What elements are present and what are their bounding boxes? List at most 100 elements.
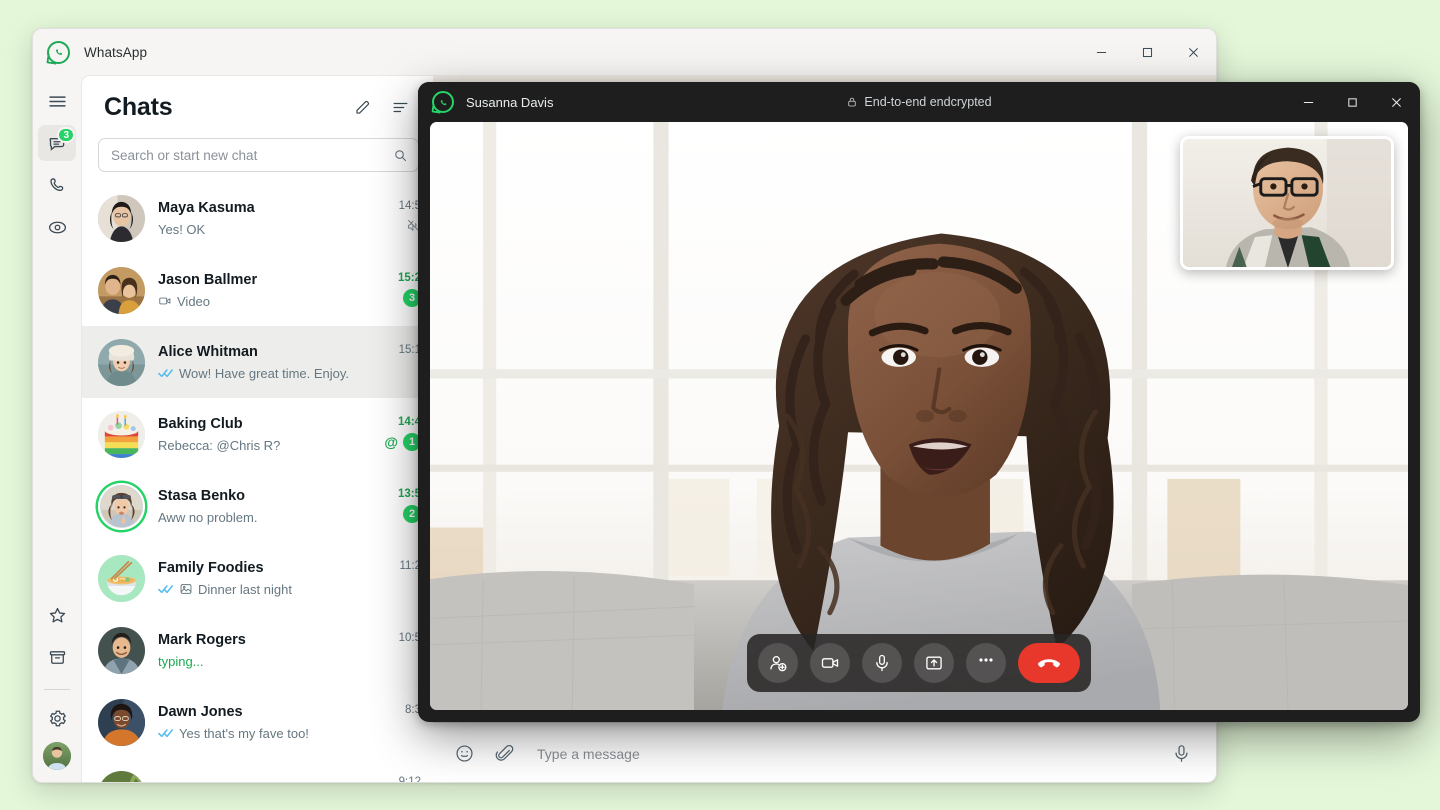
read-receipt-double-check-icon [158,367,174,379]
chats-unread-badge: 3 [57,127,75,143]
chat-list-item-ziggy-woodley[interactable]: Ziggy Woodley9:12 [82,758,433,783]
chat-item-name: Alice Whitman [158,343,258,360]
chat-item-preview-text: Dinner last night [198,581,292,597]
avatar [98,554,145,602]
chat-item-name: Jason Ballmer [158,271,258,288]
chat-item-content: Maya Kasuma Yes! OK [158,198,391,239]
sidebar-item-status[interactable] [38,209,76,245]
avatar [98,410,145,458]
avatar [98,338,145,386]
self-view-pip[interactable] [1180,136,1394,270]
window-controls [1078,29,1216,75]
chat-list-panel: Chats Search or start new chat Maya Kasu… [81,75,433,783]
chat-item-content: Alice Whitman Wow! Have great time. Enjoy… [158,342,391,383]
chat-item-meta: 14:4 @1 [384,416,421,453]
add-participant-button[interactable] [758,643,798,683]
call-controls-bar [747,634,1091,692]
more-options-button[interactable] [966,643,1006,683]
avatar [98,698,145,746]
chat-item-indicators: @1 [384,432,421,451]
avatar [98,266,145,314]
read-receipt-double-check-icon [158,727,174,739]
video-camera-icon [158,294,172,308]
sidebar-item-starred[interactable] [38,597,76,633]
chat-item-preview-text: Aww no problem. [158,509,258,525]
search-box[interactable] [98,138,419,172]
search-icon [395,149,407,161]
chat-item-content: Mark Rogers typing... [158,630,391,671]
chat-list-actions [345,90,417,124]
toggle-microphone-button[interactable] [862,643,902,683]
chat-item-preview-text: Wow! Have great time. Enjoy. [179,365,350,381]
rail-divider [44,689,70,690]
call-maximize-button[interactable] [1330,82,1374,122]
encryption-label: End-to-end endcrypted [864,95,992,109]
call-peer-name: Susanna Davis [466,94,554,110]
sidebar-item-calls[interactable] [38,167,76,203]
chat-item-timestamp: 9:12 [398,775,421,783]
window-titlebar: WhatsApp [33,29,1216,75]
page-title: Chats [104,92,173,121]
chat-item-name: Maya Kasuma [158,199,255,216]
chat-list-item-baking-club[interactable]: Baking Club Rebecca: @Chris R? 14:4 @1 [82,398,433,470]
chat-list-item-alice-whitman[interactable]: Alice Whitman Wow! Have great time. Enjoy… [82,326,433,398]
chat-item-preview: Dinner last night [158,580,391,599]
chat-item-preview: Video [158,292,390,311]
avatar [98,194,145,242]
chat-item-name: Stasa Benko [158,487,246,504]
chat-item-preview: Rebecca: @Chris R? [158,436,376,455]
emoji-smiley-icon[interactable] [447,737,481,771]
chat-item-preview: Wow! Have great time. Enjoy. [158,364,391,383]
chat-item-preview: Yes! OK [158,220,391,239]
chat-list-item-family-foodies[interactable]: Family Foodies Dinner last night 11:2 [82,542,433,614]
microphone-icon[interactable] [1164,737,1198,771]
chat-item-preview-text: Yes! OK [158,221,206,237]
chat-list-header: Chats [82,76,433,130]
avatar [98,770,145,782]
chat-item-preview: Yes that's my fave too! [158,724,397,743]
sidebar-item-chats[interactable]: 3 [38,125,76,161]
end-call-button[interactable] [1018,643,1080,683]
chat-item-content: Dawn Jones Yes that's my fave too! [158,702,397,743]
paperclip-icon[interactable] [487,737,521,771]
hamburger-menu-icon[interactable] [38,83,76,119]
chat-list-item-mark-rogers[interactable]: Mark Rogers typing... 10:5 [82,614,433,686]
call-titlebar: Susanna Davis End-to-end endcrypted [418,82,1420,122]
read-receipt-double-check-icon [158,583,174,595]
chat-item-name: Baking Club [158,415,243,432]
profile-avatar[interactable] [43,742,71,770]
chat-list[interactable]: Maya Kasuma Yes! OK 14:5 Jason Ballmer Vide… [82,182,433,783]
message-input[interactable] [527,745,1158,762]
call-close-button[interactable] [1374,82,1418,122]
search-input[interactable] [111,147,393,163]
avatar [98,482,145,530]
filter-menu-icon[interactable] [383,90,417,124]
chat-item-preview-text: typing... [158,653,204,669]
whatsapp-logo-icon [432,91,454,113]
sidebar-item-settings[interactable] [38,700,76,736]
chat-item-content: Family Foodies Dinner last night [158,558,391,599]
chat-item-preview-text: Yes that's my fave too! [179,725,309,741]
chat-item-preview-text: Video [177,293,211,309]
search-container [82,130,433,182]
chat-item-content: Jason Ballmer Video [158,270,390,311]
chat-list-item-stasa-benko[interactable]: Stasa Benko Aww no problem. 13:5 2 [82,470,433,542]
encryption-indicator: End-to-end endcrypted [418,95,1420,109]
chat-list-item-jason-ballmer[interactable]: Jason Ballmer Video 15:2 3 [82,254,433,326]
call-minimize-button[interactable] [1286,82,1330,122]
chat-item-content: Baking Club Rebecca: @Chris R? [158,414,376,455]
close-button[interactable] [1170,29,1216,75]
chat-item-meta: 9:12 [398,775,421,783]
avatar [98,626,145,674]
maximize-button[interactable] [1124,29,1170,75]
chat-list-item-dawn-jones[interactable]: Dawn Jones Yes that's my fave too! 8:3 [82,686,433,758]
toggle-camera-button[interactable] [810,643,850,683]
share-screen-button[interactable] [914,643,954,683]
chat-list-item-maya-kasuma[interactable]: Maya Kasuma Yes! OK 14:5 [82,182,433,254]
chat-item-preview: Aww no problem. [158,508,390,527]
app-title: WhatsApp [84,44,148,60]
compose-pencil-icon[interactable] [345,90,379,124]
minimize-button[interactable] [1078,29,1124,75]
sidebar-item-archived[interactable] [38,639,76,675]
image-icon [179,582,193,596]
